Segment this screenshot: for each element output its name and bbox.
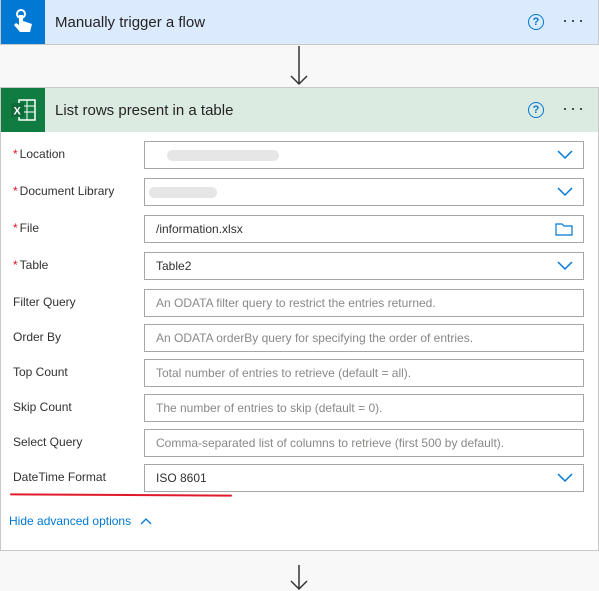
field-label-text: File [19, 221, 40, 235]
action-title: List rows present in a table [55, 101, 234, 119]
trigger-title: Manually trigger a flow [55, 13, 206, 31]
folder-icon[interactable] [555, 222, 573, 236]
field-label: * Location [13, 147, 65, 161]
field-label-text: DateTime Format [13, 470, 106, 484]
arrow-down-icon [290, 46, 308, 86]
field-row: Filter Query An ODATA filter query to res… [0, 289, 597, 317]
field-input[interactable]: Total number of entries to retrieve (def… [144, 359, 584, 387]
placeholder: The number of entries to skip (default =… [156, 401, 383, 415]
field-input[interactable]: The number of entries to skip (default =… [144, 394, 584, 422]
field-value: /information.xlsx [156, 222, 243, 236]
placeholder: Total number of entries to retrieve (def… [156, 366, 412, 380]
help-icon[interactable]: ? [528, 102, 544, 118]
field-label-text: Filter Query [13, 295, 76, 309]
field-row: DateTime Format ISO 8601 [0, 464, 597, 492]
chevron-up-icon [140, 518, 152, 525]
chevron-down-icon[interactable] [557, 261, 573, 271]
help-icon[interactable]: ? [528, 14, 544, 30]
field-row: Order By An ODATA orderBy query for speci… [0, 324, 597, 352]
field-row: * File/information.xlsx [0, 215, 597, 243]
field-label: * Table [13, 258, 48, 272]
field-label: * Document Library [13, 184, 114, 198]
placeholder: An ODATA orderBy query for specifying th… [156, 331, 474, 345]
field-row: * Location [0, 141, 597, 169]
field-label-text: Document Library [19, 184, 115, 198]
svg-text:X: X [14, 106, 22, 118]
field-row: * Document Library [0, 178, 597, 206]
field-input[interactable]: An ODATA filter query to restrict the en… [144, 289, 584, 317]
placeholder: An ODATA filter query to restrict the en… [156, 296, 436, 310]
trigger-header[interactable]: Manually trigger a flow ? ··· [1, 0, 598, 44]
field-row: Top Count Total number of entries to retr… [0, 359, 597, 387]
field-label-text: Table [19, 258, 49, 272]
field-label-text: Top Count [13, 365, 68, 379]
hide-advanced-label: Hide advanced options [9, 514, 132, 528]
field-label: Skip Count [13, 400, 72, 414]
placeholder: Comma-separated list of columns to retri… [156, 436, 505, 450]
more-options-button[interactable]: ··· [562, 98, 586, 119]
chevron-down-icon[interactable] [557, 150, 573, 160]
redacted-value [149, 187, 217, 198]
field-row: * Table Table2 [0, 252, 597, 280]
required-marker: * [13, 184, 18, 198]
field-label: Order By [13, 330, 61, 344]
field-input[interactable]: /information.xlsx [144, 215, 584, 243]
touch-hand-icon [1, 0, 45, 44]
field-label: Filter Query [13, 295, 76, 309]
field-input[interactable] [144, 178, 584, 206]
field-input[interactable]: Table2 [144, 252, 584, 280]
chevron-down-icon[interactable] [557, 473, 573, 483]
field-value: Table2 [156, 259, 192, 273]
redacted-value [167, 150, 279, 161]
field-label-text: Select Query [13, 435, 83, 449]
field-row: Skip Count The number of entries to skip … [0, 394, 597, 422]
required-marker: * [13, 147, 18, 161]
field-input[interactable]: Comma-separated list of columns to retri… [144, 429, 584, 457]
more-options-button[interactable]: ··· [562, 10, 586, 31]
chevron-down-icon[interactable] [557, 187, 573, 197]
field-value: ISO 8601 [156, 471, 207, 485]
field-label: Select Query [13, 435, 82, 449]
required-marker: * [13, 221, 18, 235]
action-header[interactable]: X List rows present in a table ? ··· [1, 88, 598, 132]
field-label-text: Order By [13, 330, 62, 344]
field-row: Select Query Comma-separated list of colu… [0, 429, 597, 457]
excel-icon: X [1, 88, 45, 132]
field-label: Top Count [13, 365, 68, 379]
field-input[interactable]: ISO 8601 [144, 464, 584, 492]
field-input[interactable]: An ODATA orderBy query for specifying th… [144, 324, 584, 352]
required-marker: * [13, 258, 18, 272]
field-input[interactable] [144, 141, 584, 169]
field-label-text: Skip Count [13, 400, 72, 414]
field-label-text: Location [19, 147, 66, 161]
field-label: DateTime Format [13, 470, 106, 484]
hide-advanced-options-link[interactable]: Hide advanced options [9, 514, 152, 528]
arrow-down-icon [290, 565, 308, 591]
trigger-card[interactable]: Manually trigger a flow ? ··· [0, 0, 599, 45]
field-label: * File [13, 221, 39, 235]
